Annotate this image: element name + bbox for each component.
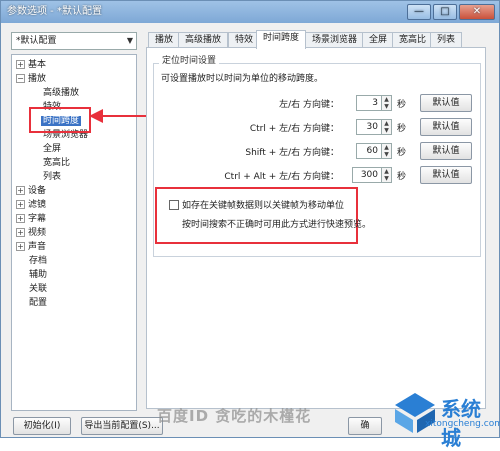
maximize-button[interactable]: □ [433, 4, 457, 20]
tree-item-label: 播放 [28, 74, 47, 84]
minimize-button[interactable]: — [407, 4, 431, 20]
group-description: 可设置播放时以时间为单位的移动跨度。 [161, 74, 324, 84]
tree-item-filters[interactable]: + 滤镜 [16, 198, 46, 212]
ctrl-arrow-key-label: Ctrl + 左/右 方向键： [249, 124, 339, 134]
unit-label: 秒 [397, 148, 407, 158]
tree-item-fullscreen[interactable]: 全屏 [43, 142, 61, 156]
unit-label: 秒 [397, 172, 407, 182]
expand-icon[interactable]: + [16, 60, 25, 69]
tree-item-label: 全屏 [43, 144, 62, 154]
tree-item-audio[interactable]: + 声音 [16, 240, 46, 254]
annotation-box-checkbox [155, 187, 358, 244]
watermark-text: 百度ID 贪吃的木槿花 [157, 407, 312, 425]
watermark-url: xitongcheng.com [425, 419, 500, 429]
keyframe-checkbox[interactable] [169, 200, 179, 210]
arrow-key-label: 左/右 方向键： [279, 100, 339, 110]
tree-item-label: 声音 [28, 242, 47, 252]
tree-item-basic[interactable]: + 基本 [16, 58, 46, 72]
shift-arrow-key-label: Shift + 左/右 方向键： [245, 148, 339, 158]
preset-dropdown[interactable]: *默认配置 ▼ [11, 32, 137, 50]
shift-arrow-seconds-input[interactable]: 60 [356, 143, 382, 159]
tree-item-video[interactable]: + 视频 [16, 226, 46, 240]
reset-button[interactable]: 初始化(I) [13, 417, 71, 435]
unit-label: 秒 [397, 100, 407, 110]
spin-arrows-icon[interactable]: ▲ ▼ [382, 95, 392, 111]
tree-item-label: 高级播放 [43, 88, 80, 98]
tree-item-list[interactable]: 列表 [43, 170, 61, 184]
tree-item-label: 列表 [43, 172, 62, 182]
tree-item-subtitles[interactable]: + 字幕 [16, 212, 46, 226]
collapse-icon[interactable]: − [16, 74, 25, 83]
tree-item-accessibility[interactable]: 辅助 [29, 268, 47, 282]
tree-item-label: 关联 [29, 284, 48, 294]
annotation-box-tree [29, 107, 91, 133]
tree-item-label: 滤镜 [28, 200, 47, 210]
expand-icon[interactable]: + [16, 242, 25, 251]
preset-value: *默认配置 [16, 36, 57, 46]
expand-icon[interactable]: + [16, 186, 25, 195]
tree-item-advanced-playback[interactable]: 高级播放 [43, 86, 79, 100]
tree-item-label: 字幕 [28, 214, 47, 224]
unit-label: 秒 [397, 124, 407, 134]
tree-item-devices[interactable]: + 设备 [16, 184, 46, 198]
tab-playback[interactable]: 播放 [148, 32, 181, 48]
tree-item-label: 基本 [28, 60, 47, 70]
default-button-4[interactable]: 默认值 [420, 166, 472, 184]
spin-arrows-icon[interactable]: ▲ ▼ [382, 119, 392, 135]
ctrl-arrow-seconds-input[interactable]: 30 [356, 119, 382, 135]
tab-fullscreen[interactable]: 全屏 [362, 32, 395, 48]
ok-button[interactable]: 确 [348, 417, 382, 435]
keyframe-checkbox-label[interactable]: 如存在关键帧数据则以关键帧为移动单位 [182, 198, 344, 211]
expand-icon[interactable]: + [16, 228, 25, 237]
tree-item-label: 设备 [28, 186, 47, 196]
ctrl-alt-arrow-key-label: Ctrl + Alt + 左/右 方向键： [224, 172, 339, 182]
keyframe-note: 按时间搜索不正确时可用此方式进行快速预览。 [182, 220, 372, 230]
export-config-button[interactable]: 导出当前配置(S)... [81, 417, 163, 435]
ctrl-alt-arrow-seconds-input[interactable]: 300 [352, 167, 382, 183]
tab-time-span[interactable]: 时间跨度 [256, 30, 307, 49]
window-title: 参数选项 - *默认配置 [7, 6, 102, 17]
close-button[interactable]: ✕ [459, 4, 495, 20]
default-button-2[interactable]: 默认值 [420, 118, 472, 136]
tree-item-playback[interactable]: − 播放 [16, 72, 46, 86]
tree-item-archive[interactable]: 存档 [29, 254, 47, 268]
tree-item-config[interactable]: 配置 [29, 296, 47, 310]
tree-item-label: 视频 [28, 228, 47, 238]
tab-aspect-ratio[interactable]: 宽高比 [392, 32, 434, 48]
tree-item-label: 宽高比 [43, 158, 71, 168]
preferences-window: 参数选项 - *默认配置 — □ ✕ *默认配置 ▼ + 基本 − 播放 高级播放 … [0, 0, 500, 450]
expand-icon[interactable]: + [16, 214, 25, 223]
window-controls: — □ ✕ [407, 4, 495, 20]
chevron-down-icon: ▼ [126, 36, 133, 45]
tree-item-label: 存档 [29, 256, 48, 266]
spin-arrows-icon[interactable]: ▲ ▼ [382, 143, 392, 159]
title-bar[interactable]: 参数选项 - *默认配置 — □ ✕ [1, 1, 499, 23]
tree-item-aspect-ratio[interactable]: 宽高比 [43, 156, 70, 170]
tab-scene-browser[interactable]: 场景浏览器 [305, 32, 365, 48]
tree-item-associations[interactable]: 关联 [29, 282, 47, 296]
tree-item-label: 配置 [29, 298, 48, 308]
arrow-key-seconds-input[interactable]: 3 [356, 95, 382, 111]
tree-item-label: 辅助 [29, 270, 48, 280]
group-title: 定位时间设置 [159, 53, 220, 66]
default-button-1[interactable]: 默认值 [420, 94, 472, 112]
tab-list[interactable]: 列表 [430, 32, 463, 48]
tab-advanced-playback[interactable]: 高级播放 [178, 32, 229, 48]
spin-arrows-icon[interactable]: ▲ ▼ [382, 167, 392, 183]
default-button-3[interactable]: 默认值 [420, 142, 472, 160]
expand-icon[interactable]: + [16, 200, 25, 209]
